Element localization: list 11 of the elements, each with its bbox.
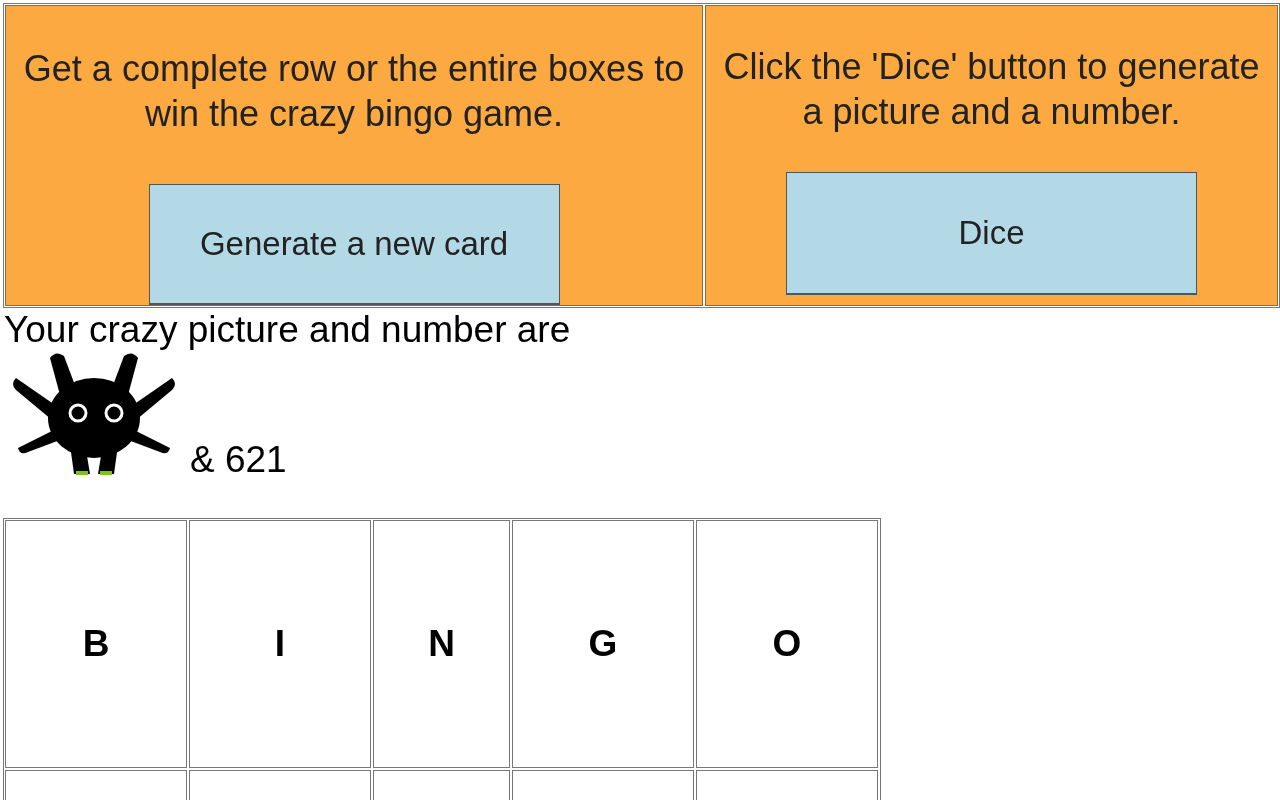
column-header: G: [512, 520, 694, 768]
column-header: N: [373, 520, 510, 768]
result-label: Your crazy picture and number are: [4, 310, 571, 350]
dice-button[interactable]: Dice: [786, 172, 1197, 295]
instruction-text: Click the 'Dice' button to generate a picture and a number.: [722, 45, 1261, 134]
column-header: B: [5, 520, 187, 768]
column-header: I: [189, 520, 371, 768]
instruction-text: Get a complete row or the entire boxes to win the crazy bingo game.: [22, 47, 686, 136]
column-header: O: [696, 520, 878, 768]
new-card-button[interactable]: Generate a new card: [148, 184, 560, 305]
result-number: & 621: [190, 440, 287, 480]
